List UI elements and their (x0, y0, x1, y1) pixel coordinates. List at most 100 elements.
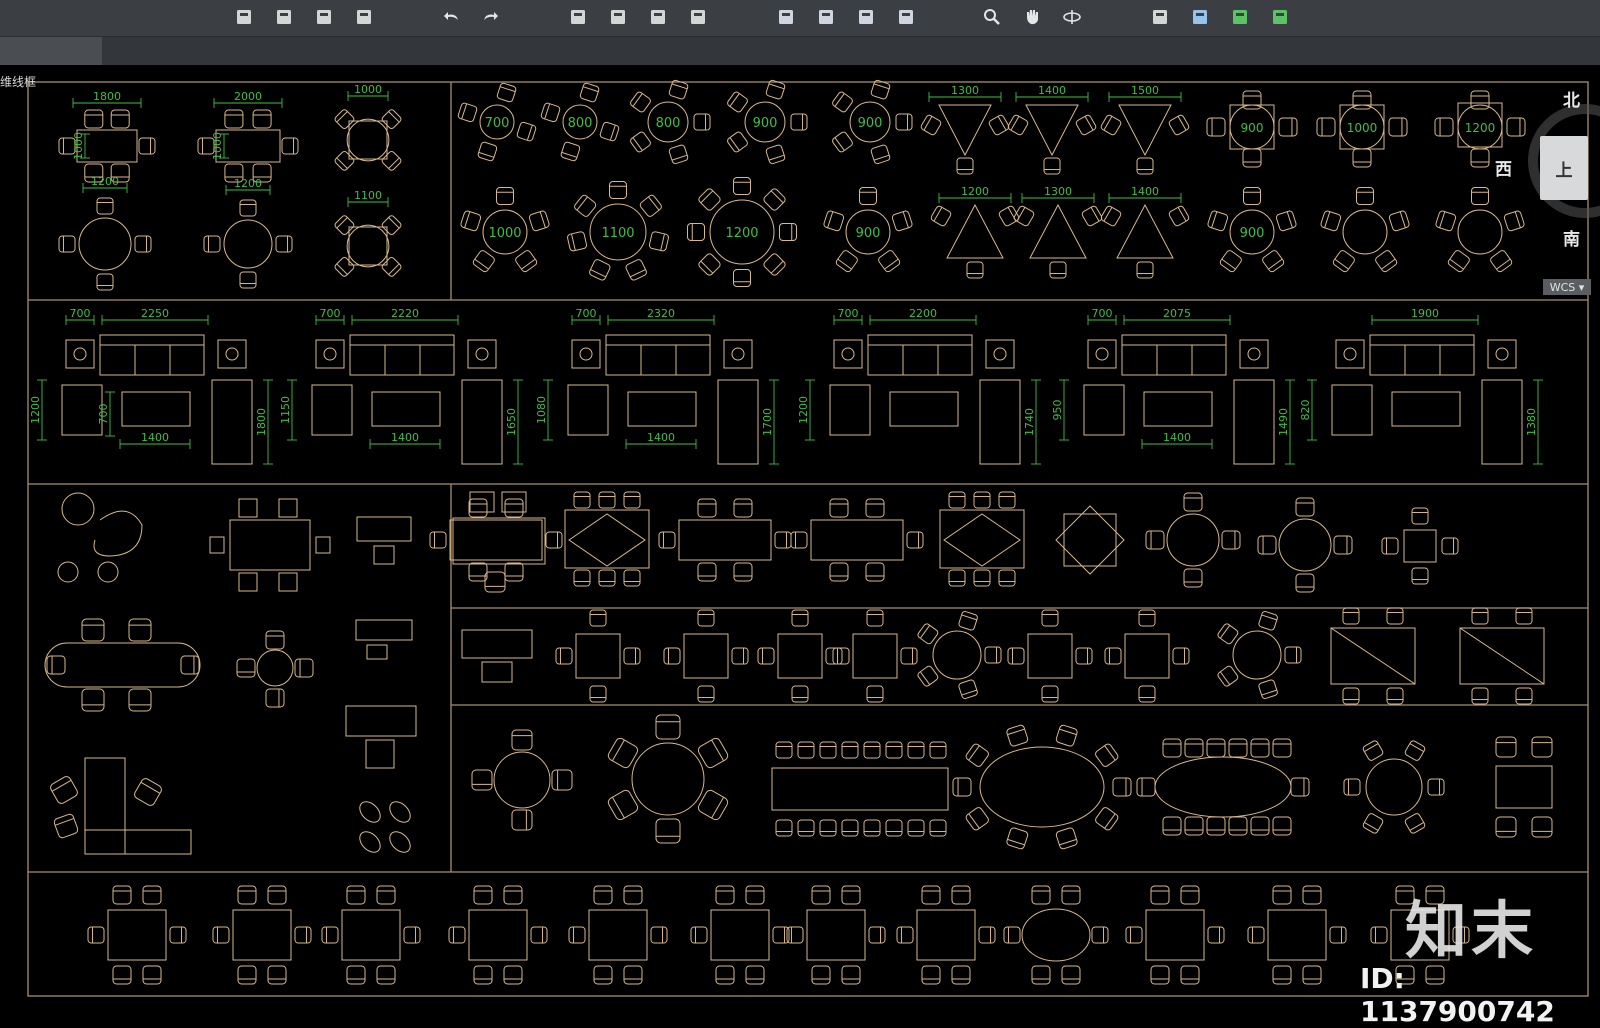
chair-seat (1471, 687, 1489, 705)
document-tab-active[interactable] (0, 37, 102, 65)
chair-symbol (1013, 205, 1035, 227)
layer-icon[interactable] (1229, 6, 1251, 28)
chair-seat (1206, 738, 1226, 758)
chair-symbol (1411, 567, 1429, 585)
chair-seat (1495, 736, 1517, 758)
chair-seat (1006, 724, 1029, 747)
chair-symbol (1386, 687, 1404, 705)
undo-icon[interactable] (441, 6, 463, 28)
chair-symbol (1356, 187, 1374, 205)
chair-symbol (951, 885, 971, 905)
chair-symbol (930, 205, 952, 227)
redo-icon[interactable] (479, 6, 501, 28)
chair-seat (236, 658, 256, 678)
chair-seat (1003, 926, 1021, 944)
chair-back (1324, 211, 1331, 228)
chair-symbol (460, 210, 482, 232)
chair-symbol (1055, 827, 1078, 850)
round-table (631, 742, 705, 816)
chair (209, 536, 225, 554)
chair-seat (589, 609, 607, 627)
chair-symbol (540, 102, 561, 123)
print-icon[interactable] (567, 6, 589, 28)
chair-symbol (1075, 647, 1093, 665)
chair-seat (468, 562, 488, 582)
wcs-menu[interactable]: WCS ▾ (1543, 279, 1591, 295)
chair-seat (698, 188, 721, 211)
loveseat (717, 379, 759, 465)
chair-back (711, 739, 725, 762)
chair-back (770, 260, 784, 274)
export-icon[interactable] (775, 6, 797, 28)
dimension-text: 2220 (391, 307, 419, 320)
chair-seat (504, 498, 524, 518)
save-icon[interactable] (313, 6, 335, 28)
page-setup-icon[interactable] (687, 6, 709, 28)
chair-back (336, 111, 348, 123)
xref-icon[interactable] (855, 6, 877, 28)
orbit-icon[interactable] (1061, 6, 1083, 28)
dimension-text: 1650 (505, 408, 518, 436)
chair-seat (690, 926, 708, 944)
chair-seat (468, 498, 488, 518)
import-icon[interactable] (815, 6, 837, 28)
viewport-style-label[interactable]: 维线框 (0, 73, 36, 90)
chair-symbol (1100, 205, 1122, 227)
dimension-text: 700 (576, 307, 597, 320)
chair-seat (832, 647, 850, 665)
network-icon[interactable] (1269, 6, 1291, 28)
properties-icon[interactable] (1149, 6, 1171, 28)
chair-seat (112, 885, 132, 905)
chair-back (961, 614, 977, 621)
compass-north-label[interactable]: 北 (1563, 86, 1580, 111)
chair-seat (239, 271, 257, 289)
chair-symbol (1333, 535, 1353, 555)
chair-back (827, 211, 834, 228)
save-as-icon[interactable] (353, 6, 375, 28)
chair-symbol (1302, 965, 1322, 985)
pan-icon[interactable] (1021, 6, 1043, 28)
plot-icon[interactable] (895, 6, 917, 28)
chair-symbol (623, 647, 641, 665)
new-file-icon[interactable] (233, 6, 255, 28)
chair-symbol (607, 737, 639, 769)
chair-seat (1490, 250, 1513, 273)
chair-symbol (237, 965, 257, 985)
dimension-text: 1400 (141, 431, 169, 444)
chair-seat (1247, 926, 1265, 944)
block-icon[interactable] (1189, 6, 1211, 28)
chair-seat (1041, 685, 1059, 703)
compass-west-label[interactable]: 西 (1495, 155, 1512, 180)
publish-icon[interactable] (647, 6, 669, 28)
dimension-text: 700 (320, 307, 341, 320)
chair-symbol (1434, 117, 1454, 137)
zoom-icon[interactable] (981, 6, 1003, 28)
chair-seat (1104, 647, 1122, 665)
compass-south-label[interactable]: 南 (1563, 225, 1580, 250)
chair-symbol (376, 885, 396, 905)
chair-symbol (128, 618, 152, 642)
chair-seat (775, 741, 793, 759)
chair-seat (697, 498, 717, 518)
chair-back (1334, 258, 1349, 270)
open-folder-icon[interactable] (273, 6, 295, 28)
chair-seat (973, 569, 991, 587)
dimension-text: 1800 (255, 408, 268, 436)
triangular-table (946, 203, 1004, 259)
chair-back (1007, 728, 1025, 736)
dimension-text: 1200 (1465, 121, 1496, 135)
office-chair (373, 545, 395, 565)
chair-symbol (745, 965, 765, 985)
chair-back (632, 137, 643, 151)
table-lamp (225, 347, 239, 361)
chair-seat (841, 741, 859, 759)
dining-table (564, 509, 650, 569)
print-preview-icon[interactable] (607, 6, 629, 28)
dimension-text: 1000 (72, 132, 85, 160)
drawing-canvas[interactable]: 1800 1000 2000 1000 1000 1200 1200 1100 700 800 80… (0, 66, 1600, 1020)
dining-table (710, 909, 770, 961)
view-cube-top-face[interactable]: 上 (1540, 136, 1588, 200)
chair-symbol (1250, 738, 1270, 758)
dimension-text: 1000 (1347, 121, 1378, 135)
dining-table (341, 909, 401, 961)
